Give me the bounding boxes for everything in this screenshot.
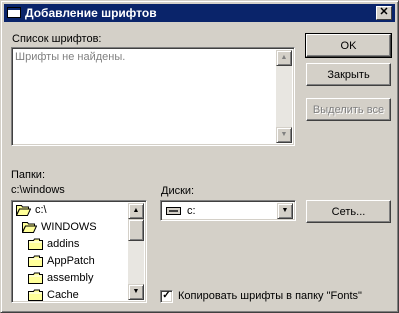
fonts-list[interactable]: Шрифты не найдены. ▲ ▼ xyxy=(11,47,295,146)
drives-label: Диски: xyxy=(161,185,195,197)
folder-icon xyxy=(28,238,43,250)
folder-tree-item-label: AppPatch xyxy=(47,255,95,267)
folders-tree-scrollbar[interactable]: ▲ ▼ xyxy=(128,203,144,300)
select-all-button[interactable]: Выделить все xyxy=(306,98,391,121)
drives-selected-value: c: xyxy=(187,205,196,217)
folder-tree-item-label: Cache xyxy=(47,289,79,301)
scroll-up-arrow-icon[interactable]: ▲ xyxy=(128,203,144,219)
copy-fonts-label[interactable]: Копировать шрифты в папку "Fonts" xyxy=(178,290,362,302)
folder-tree-item-label: c:\ xyxy=(35,204,47,216)
folders-tree[interactable]: c:\ WINDOWS addins AppPatch assembly Cache ▲ … xyxy=(11,200,147,303)
folder-icon xyxy=(28,272,43,284)
scroll-up-arrow-icon[interactable]: ▲ xyxy=(276,50,292,66)
fonts-list-label: Список шрифтов: xyxy=(12,33,102,45)
scroll-down-arrow-icon[interactable]: ▼ xyxy=(128,284,144,300)
dialog-window: Добавление шрифтов ✕ Список шрифтов: Шри… xyxy=(0,0,399,313)
ok-button[interactable]: OK xyxy=(305,33,392,58)
window-icon xyxy=(7,7,21,18)
current-folder-path: c:\windows xyxy=(11,184,65,196)
folder-tree-item-label: assembly xyxy=(47,272,94,284)
fonts-list-empty-text: Шрифты не найдены. xyxy=(15,51,126,63)
open-folder-icon xyxy=(22,222,37,233)
open-folder-icon xyxy=(16,205,31,216)
dropdown-arrow-icon[interactable]: ▼ xyxy=(277,203,293,219)
network-button[interactable]: Сеть... xyxy=(306,200,391,223)
drives-combobox[interactable]: c: ▼ xyxy=(160,200,296,221)
folders-label: Папки: xyxy=(11,169,45,181)
folder-icon xyxy=(28,289,43,301)
copy-fonts-checkbox[interactable]: ✓ xyxy=(160,290,173,303)
scrollbar-thumb[interactable] xyxy=(128,219,144,241)
folder-tree-item-label: addins xyxy=(47,238,80,250)
close-button[interactable]: ✕ xyxy=(376,6,392,20)
folder-icon xyxy=(28,255,43,267)
fonts-list-scrollbar[interactable]: ▲ ▼ xyxy=(276,50,292,143)
window-title: Добавление шрифтов xyxy=(25,6,157,20)
scroll-down-arrow-icon[interactable]: ▼ xyxy=(276,127,292,143)
title-bar[interactable]: Добавление шрифтов ✕ xyxy=(4,4,395,22)
drive-icon xyxy=(166,207,181,215)
folder-tree-item-label: WINDOWS xyxy=(41,221,97,233)
close-dialog-button[interactable]: Закрыть xyxy=(306,63,391,86)
